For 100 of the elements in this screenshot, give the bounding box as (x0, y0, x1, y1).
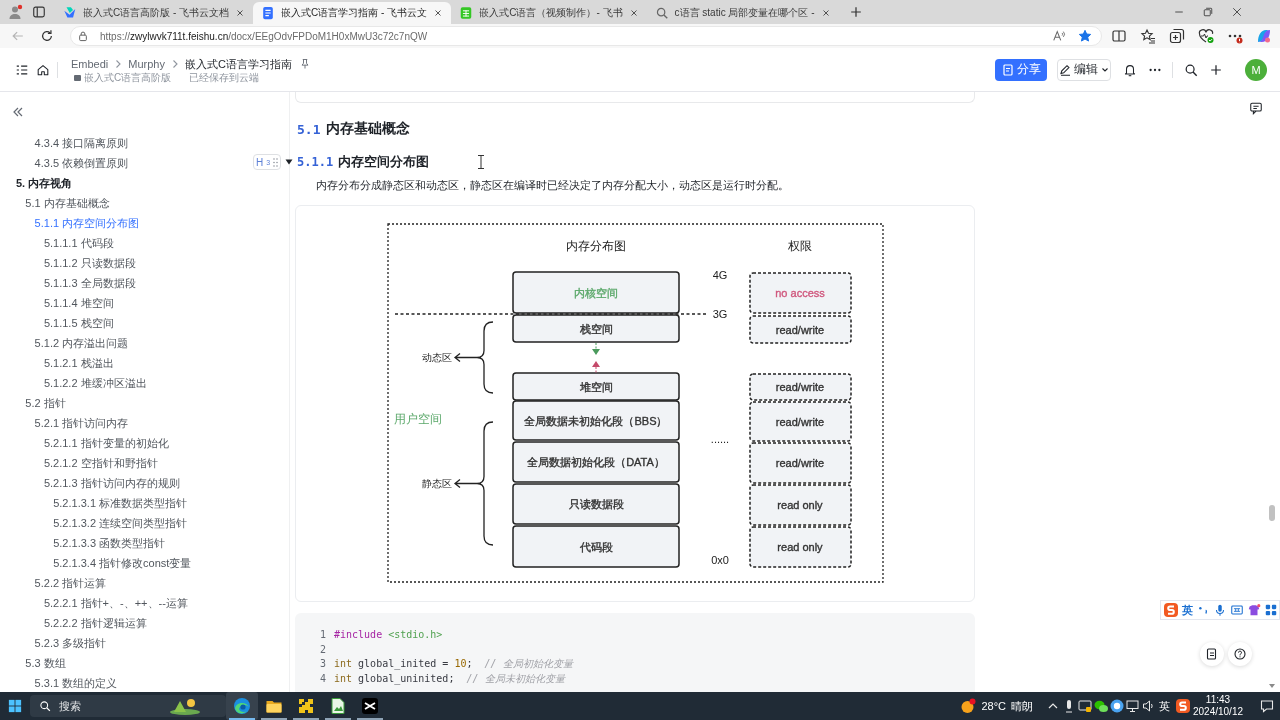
toc-item[interactable]: 5.2.1.3.1 标准数据类型指针 (53, 493, 188, 513)
scrollbar-thumb[interactable] (1269, 505, 1275, 521)
toc-item[interactable]: 4.3.5 依赖倒置原则 (34, 153, 129, 173)
bird-logo-icon (63, 6, 77, 20)
profile-icon[interactable] (7, 4, 23, 20)
breadcrumb-link[interactable]: Murphy (128, 58, 165, 70)
region-label: 静态区 (422, 478, 452, 489)
monitor-icon[interactable] (1125, 698, 1141, 714)
pin-icon[interactable] (298, 58, 311, 70)
toc-item[interactable]: 5.2.3 多级指针 (34, 633, 107, 653)
toc-item[interactable]: 5.1.1.5 栈空间 (43, 313, 114, 333)
notification-icon[interactable] (1259, 698, 1275, 714)
toc-item[interactable]: 5.2.1 指针访问内存 (34, 413, 129, 433)
toc-item[interactable]: 5.1.2.2 堆缓冲区溢出 (43, 373, 147, 393)
clock-date[interactable]: 2024/10/12 (1192, 706, 1244, 718)
caret-icon (1101, 65, 1109, 74)
toc-item[interactable]: 5. 内存视角 (16, 173, 73, 193)
comment-icon[interactable] (1249, 101, 1263, 115)
toc-item[interactable]: 5.1.1 内存空间分布图 (34, 213, 140, 233)
heart-pulse-icon[interactable] (1198, 28, 1214, 44)
toc-item[interactable]: 5.2.2 指针运算 (34, 573, 107, 593)
chat-bubbles-icon[interactable] (1093, 698, 1109, 714)
outline-icon[interactable] (15, 62, 29, 77)
clock-time[interactable]: 11:43 (1205, 694, 1231, 706)
toc-item[interactable]: 5.1.1.2 只读数据段 (43, 253, 136, 273)
sun-icon[interactable] (960, 698, 977, 714)
collections-icon[interactable] (1169, 28, 1185, 44)
toc-item[interactable]: 5.2.1.1 指针变量的初始化 (43, 433, 169, 453)
plus-icon[interactable] (1209, 62, 1223, 77)
video-editor-icon (361, 697, 379, 715)
star-icon[interactable] (1078, 29, 1092, 43)
address-field[interactable]: https://zwylwvk711t.feishu.cn/docx/EEgOdvFPDoM1H0xMwU3c72c7nQW (70, 26, 1102, 46)
permission-label: read/write (775, 415, 825, 428)
question-icon (1234, 648, 1246, 660)
toc-item[interactable]: 4.3.4 接口隔离原则 (34, 133, 129, 153)
restore-icon[interactable] (1201, 6, 1214, 18)
s-logo-icon[interactable] (1175, 698, 1191, 714)
toc-item[interactable]: 5.2 指针 (25, 393, 66, 413)
toc-item[interactable]: 5.1 内存基础概念 (25, 193, 110, 213)
toc-item[interactable]: 5.1.2 内存溢出问题 (34, 333, 129, 353)
shirt-icon[interactable] (1247, 603, 1261, 617)
landscape-illustration-icon (170, 697, 200, 715)
help-button[interactable] (1228, 642, 1252, 666)
favorites-icon[interactable] (1140, 28, 1156, 44)
start-icon[interactable] (8, 699, 22, 713)
ring-icon[interactable] (1109, 698, 1125, 714)
browser-tab[interactable]: c语言 static 局部变量在哪个区 - (646, 2, 839, 24)
toc-item[interactable]: 5.2.1.3.3 函数类型指针 (53, 533, 166, 553)
keyboard-icon[interactable] (1230, 603, 1244, 617)
lock-icon[interactable] (78, 30, 88, 42)
toc-item[interactable]: 5.2.1.2 空指针和野指针 (43, 453, 158, 473)
region-label: 动态区 (422, 352, 452, 363)
toc-item[interactable]: 5.3 数组 (25, 653, 66, 673)
scroll-down-icon[interactable] (1268, 683, 1276, 689)
reload-icon[interactable] (40, 29, 54, 43)
browser-tab[interactable]: 嵌入式C语言高阶版 - 飞书云文档 (55, 2, 254, 24)
toc-item[interactable]: 5.2.1.3.2 连续空间类型指针 (53, 513, 188, 533)
browser-tab[interactable]: 嵌入式C语言（视频制作）- 飞书 (451, 2, 647, 24)
toc-item[interactable]: 5.2.1.3.4 指针修改const变量 (53, 553, 192, 573)
share-button[interactable]: 分享 (995, 58, 1047, 81)
toc-item[interactable]: 5.2.2.1 指针+、-、++、--运算 (43, 593, 188, 613)
sparkle-logo-icon[interactable] (1256, 28, 1272, 44)
bell-icon[interactable] (1123, 62, 1137, 77)
close-icon[interactable] (628, 8, 639, 18)
toc-item[interactable]: 5.1.1.3 全局数据段 (43, 273, 136, 293)
ime-mode[interactable]: 英 (1182, 602, 1193, 618)
split-screen-icon[interactable] (1111, 28, 1127, 44)
wave-logo-icon (233, 697, 251, 715)
plus-icon[interactable] (848, 5, 863, 19)
toc-item[interactable]: 5.1.2.1 栈溢出 (43, 353, 114, 373)
outline-button[interactable] (1200, 642, 1224, 666)
temperature: 28°C (981, 700, 1006, 712)
address-label: 3G (712, 308, 728, 320)
toc-item[interactable]: 5.2.1.3 指针访问内存的规则 (43, 473, 180, 493)
grid-icon[interactable] (1264, 603, 1278, 617)
toc-item[interactable]: 5.2.2.2 指针逻辑运算 (43, 613, 147, 633)
double-chevron-left-icon[interactable] (12, 106, 24, 118)
document-icon (261, 6, 276, 20)
search-field[interactable]: 搜索 (59, 698, 119, 714)
input-mode[interactable]: 英 (1159, 698, 1170, 714)
tab-list-icon[interactable] (32, 5, 46, 19)
close-icon[interactable] (820, 8, 831, 18)
edit-button[interactable]: 编辑 (1057, 58, 1111, 81)
screen-icon[interactable] (1077, 698, 1093, 714)
close-icon[interactable] (433, 8, 444, 18)
column-title: 权限 (788, 239, 812, 253)
toc-item[interactable]: 5.1.1.1 代码段 (43, 233, 114, 253)
toc-item[interactable]: 5.3.1 数组的定义 (34, 673, 118, 692)
triangle-icon[interactable] (285, 158, 293, 166)
toc-item[interactable]: 5.1.1.4 堆空间 (43, 293, 114, 313)
search-icon[interactable] (1184, 62, 1198, 77)
breadcrumb-link[interactable]: 嵌入式C语言学习指南 (185, 56, 292, 72)
read-aloud-icon[interactable] (1052, 29, 1066, 43)
line-number: 1 (318, 628, 326, 642)
browser-tab[interactable]: 嵌入式C语言学习指南 - 飞书云文 (253, 2, 452, 24)
breadcrumb-link[interactable]: Embedi (71, 58, 109, 70)
close-icon[interactable] (1230, 6, 1243, 18)
home-icon[interactable] (36, 62, 50, 77)
heading-text: 内存基础概念 (326, 120, 411, 138)
close-icon[interactable] (235, 8, 246, 18)
